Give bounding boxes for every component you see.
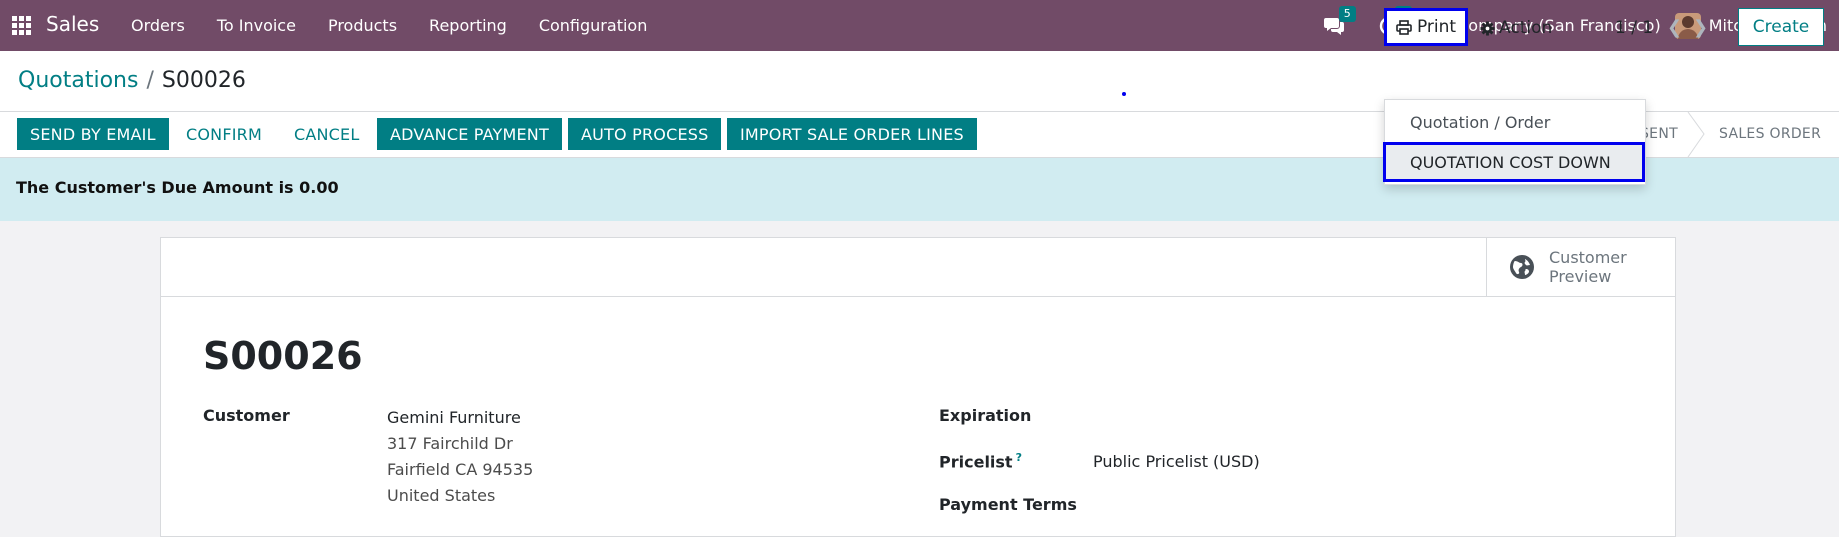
customer-preview-button[interactable]: Customer Preview — [1486, 238, 1675, 296]
breadcrumb-separator: / — [146, 68, 154, 93]
expiration-label: Expiration — [939, 406, 1032, 425]
pricelist-help-icon[interactable]: ? — [1016, 451, 1022, 464]
pricelist-label: Pricelist — [939, 452, 1013, 472]
button-box: Customer Preview — [161, 238, 1675, 297]
action-button[interactable]: Action — [1480, 18, 1552, 38]
customer-label: Customer — [203, 406, 290, 425]
print-button[interactable]: Print — [1384, 8, 1468, 46]
stage-sales-order[interactable]: SALES ORDER — [1719, 126, 1821, 142]
print-button-label: Print — [1416, 17, 1457, 37]
pricelist-value[interactable]: Public Pricelist (USD) — [1093, 452, 1260, 471]
pager-value[interactable]: 1 / 1 — [1615, 18, 1653, 38]
address-street: 317 Fairchild Dr — [387, 434, 513, 453]
menu-to-invoice[interactable]: To Invoice — [201, 16, 312, 35]
stage-separator-icon — [1687, 112, 1705, 157]
top-navbar: Sales Orders To Invoice Products Reporti… — [0, 0, 1839, 51]
auto-process-button[interactable]: AUTO PROCESS — [568, 118, 722, 150]
address-country: United States — [387, 486, 496, 505]
payment-terms-label: Payment Terms — [939, 495, 1077, 514]
import-sale-order-lines-button[interactable]: IMPORT SALE ORDER LINES — [727, 118, 977, 150]
customer-preview-label: Customer Preview — [1549, 248, 1627, 286]
print-quotation-order-item[interactable]: Quotation / Order — [1385, 113, 1645, 132]
pager-next-icon[interactable]: ❯ — [1693, 17, 1708, 38]
apps-grid-icon[interactable] — [12, 16, 31, 35]
breadcrumb-current: S00026 — [161, 68, 246, 93]
menu-products[interactable]: Products — [312, 16, 413, 35]
send-by-email-button[interactable]: SEND BY EMAIL — [17, 118, 169, 150]
pricelist-label-wrap: Pricelist? — [939, 451, 1022, 471]
cancel-button[interactable]: CANCEL — [281, 118, 372, 150]
due-amount-text: The Customer's Due Amount is 0.00 — [16, 178, 339, 197]
print-dropdown-menu: Quotation / Order QUOTATION COST DOWN — [1383, 99, 1646, 185]
action-button-label: Action — [1499, 18, 1553, 38]
gear-icon — [1480, 20, 1495, 36]
messages-count-badge: 5 — [1338, 5, 1356, 22]
menu-orders[interactable]: Orders — [115, 16, 201, 35]
menu-configuration[interactable]: Configuration — [523, 16, 664, 35]
menu-reporting[interactable]: Reporting — [413, 16, 523, 35]
advance-payment-button[interactable]: ADVANCE PAYMENT — [377, 118, 562, 150]
app-name[interactable]: Sales — [46, 12, 99, 36]
print-quotation-cost-down-item[interactable]: QUOTATION COST DOWN — [1383, 142, 1645, 182]
main-menu: Orders To Invoice Products Reporting Con… — [115, 0, 663, 51]
confirm-button[interactable]: CONFIRM — [173, 118, 275, 150]
cursor-marker — [1122, 92, 1126, 96]
create-button[interactable]: Create — [1738, 8, 1824, 46]
record-name: S00026 — [203, 334, 363, 378]
breadcrumb-quotations[interactable]: Quotations — [18, 68, 138, 93]
messages-button[interactable]: 5 — [1323, 5, 1356, 36]
address-city: Fairfield CA 94535 — [387, 460, 534, 479]
breadcrumb: Quotations / S00026 — [18, 68, 246, 93]
customer-name-link[interactable]: Gemini Furniture — [387, 408, 521, 427]
printer-icon — [1396, 19, 1412, 35]
pager-previous-icon[interactable]: ❮ — [1667, 17, 1682, 38]
globe-icon — [1510, 255, 1534, 279]
form-sheet: Customer Preview S00026 Customer Gemini … — [160, 237, 1676, 537]
